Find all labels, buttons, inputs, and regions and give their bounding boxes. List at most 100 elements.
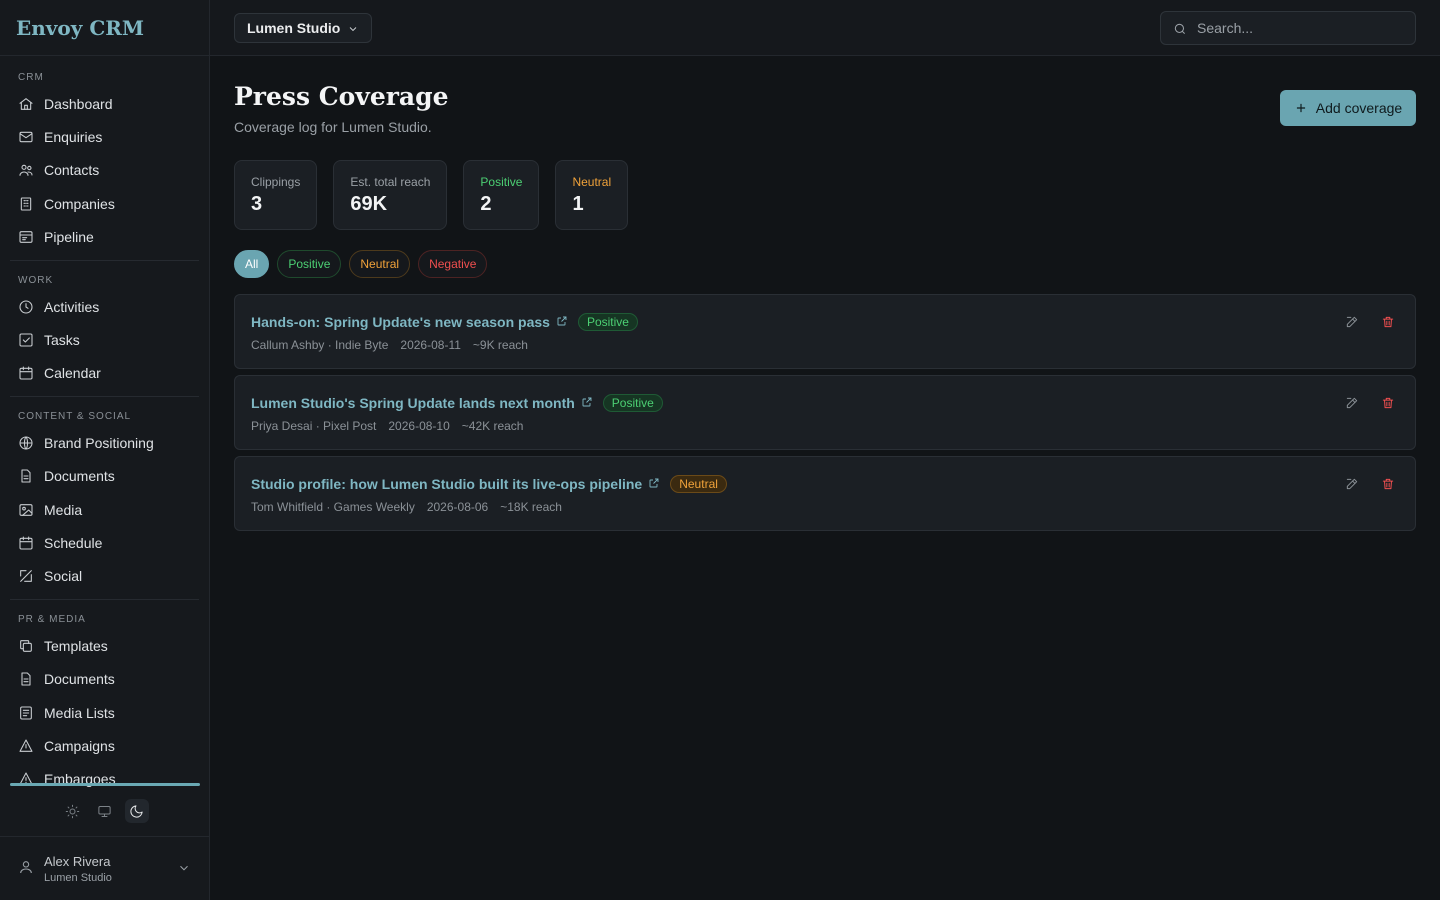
sidebar-item-label: Documents <box>44 671 115 688</box>
coverage-author: Tom Whitfield · Games Weekly <box>251 500 415 514</box>
external-link-icon[interactable] <box>648 476 660 492</box>
coverage-list: Hands-on: Spring Update's new season pas… <box>234 294 1416 537</box>
document-icon <box>18 468 34 484</box>
sidebar-item-label: Media <box>44 501 83 518</box>
document-icon <box>18 671 34 687</box>
user-org: Lumen Studio <box>44 871 112 884</box>
sidebar-item-campaigns[interactable]: Campaigns <box>10 729 199 762</box>
edit-icon[interactable] <box>1345 315 1359 332</box>
coverage-title-link[interactable]: Studio profile: how Lumen Studio built i… <box>251 476 642 492</box>
home-icon <box>18 96 34 112</box>
coverage-date: 2026-08-10 <box>388 419 450 433</box>
sidebar-item-label: Calendar <box>44 365 101 382</box>
triangle-icon <box>18 738 34 754</box>
moon-icon <box>130 804 143 818</box>
sentiment-badge: Neutral <box>670 475 727 493</box>
light-theme-button[interactable] <box>61 799 85 823</box>
stats-row: Clippings 3 Est. total reach 69K Positive … <box>234 160 629 230</box>
sun-icon <box>65 804 80 818</box>
dark-theme-button[interactable] <box>124 799 149 823</box>
sidebar-item-calendar[interactable]: Calendar <box>10 357 199 390</box>
stat-card: Clippings 3 <box>234 160 318 230</box>
coverage-card: Studio profile: how Lumen Studio built i… <box>234 456 1416 531</box>
external-link-icon[interactable] <box>556 314 568 330</box>
filter-chip-negative[interactable]: Negative <box>418 250 488 278</box>
stat-card: Positive 2 <box>463 160 540 230</box>
sidebar-item-label: Documents <box>44 468 115 485</box>
mail-icon <box>18 129 34 145</box>
sidebar-item-contacts[interactable]: Contacts <box>10 154 199 187</box>
coverage-title-link[interactable]: Hands-on: Spring Update's new season pas… <box>251 314 550 330</box>
sidebar-item-brand-positioning[interactable]: Brand Positioning <box>10 426 199 459</box>
sidebar-item-media-lists[interactable]: Media Lists <box>10 696 199 729</box>
coverage-date: 2026-08-06 <box>426 500 489 514</box>
stat-value: 3 <box>251 193 263 215</box>
sidebar-item-label: Social <box>44 568 83 585</box>
sidebar-item-label: Templates <box>44 637 108 654</box>
sidebar-item-activities[interactable]: Activities <box>10 290 199 323</box>
workspace-selector[interactable]: Lumen Studio <box>234 13 372 43</box>
pipeline-icon <box>18 229 34 245</box>
search-placeholder: Search... <box>1197 20 1254 36</box>
stat-card: Neutral 1 <box>555 160 629 230</box>
sidebar-item-label: Tasks <box>44 332 80 349</box>
filter-chip-neutral[interactable]: Neutral <box>349 250 411 278</box>
user-name: Alex Rivera <box>44 853 111 869</box>
nav-section-title: WORK <box>18 274 54 286</box>
add-coverage-button[interactable]: Add coverage <box>1280 90 1416 126</box>
coverage-author: Callum Ashby · Indie Byte <box>251 338 389 352</box>
external-link-icon[interactable] <box>581 395 593 411</box>
coverage-reach: ~9K reach <box>472 338 528 352</box>
coverage-card: Hands-on: Spring Update's new season pas… <box>234 294 1416 369</box>
checkbox-icon <box>18 332 34 348</box>
sidebar-item-media[interactable]: Media <box>10 493 199 526</box>
filter-chip-all[interactable]: All <box>234 250 270 278</box>
page-title: Press Coverage <box>234 82 449 111</box>
user-icon <box>18 859 34 878</box>
sidebar-item-dashboard[interactable]: Dashboard <box>10 87 199 120</box>
coverage-date: 2026-08-11 <box>400 338 461 352</box>
search-input[interactable]: Search... <box>1160 11 1416 45</box>
stat-label: Est. total reach <box>350 175 431 189</box>
sentiment-badge: Positive <box>602 394 663 412</box>
sidebar-scrollbar[interactable] <box>10 783 200 786</box>
add-coverage-label: Add coverage <box>1315 100 1403 116</box>
sidebar: Envoy CRM CRM Dashboard Enquiries Contacts C… <box>0 0 210 900</box>
coverage-card: Lumen Studio's Spring Update lands next … <box>234 375 1416 450</box>
sidebar-item-documents[interactable]: Documents <box>10 460 199 493</box>
nav-section-title: CRM <box>18 72 44 83</box>
calendar-icon <box>18 365 34 381</box>
stat-label: Neutral <box>572 175 612 189</box>
edit-icon[interactable] <box>1345 396 1359 413</box>
sidebar-item-label: Brand Positioning <box>44 434 154 451</box>
edit-icon[interactable] <box>1345 477 1359 494</box>
brand-logo[interactable]: Envoy CRM <box>0 0 209 56</box>
sidebar-item-label: Schedule <box>44 534 103 551</box>
sidebar-item-tasks[interactable]: Tasks <box>10 323 199 356</box>
coverage-title-link[interactable]: Lumen Studio's Spring Update lands next … <box>251 395 575 411</box>
system-theme-button[interactable] <box>93 799 117 823</box>
sidebar-item-schedule[interactable]: Schedule <box>10 526 199 559</box>
nav-section-title: PR & MEDIA <box>18 614 86 626</box>
sidebar-item-documents[interactable]: Documents <box>10 662 199 695</box>
trash-icon[interactable] <box>1381 396 1395 413</box>
sidebar-item-social[interactable]: Social <box>10 560 199 593</box>
user-menu[interactable]: Alex Rivera Lumen Studio <box>0 836 209 900</box>
sidebar-item-companies[interactable]: Companies <box>10 187 199 220</box>
workspace-name: Lumen Studio <box>247 20 341 36</box>
coverage-reach: ~18K reach <box>500 500 562 514</box>
users-icon <box>18 162 34 178</box>
stat-value: 2 <box>480 193 492 215</box>
trash-icon[interactable] <box>1381 315 1395 332</box>
image-icon <box>18 502 34 518</box>
globe-icon <box>18 435 34 451</box>
sentiment-badge: Positive <box>577 313 638 331</box>
trash-icon[interactable] <box>1381 477 1395 494</box>
list-icon <box>18 705 34 721</box>
filter-chip-positive[interactable]: Positive <box>277 250 342 278</box>
sidebar-item-pipeline[interactable]: Pipeline <box>10 221 199 254</box>
theme-switcher <box>0 792 209 830</box>
sidebar-item-templates[interactable]: Templates <box>10 629 199 662</box>
chevron-down-icon <box>177 861 191 878</box>
sidebar-item-enquiries[interactable]: Enquiries <box>10 120 199 153</box>
